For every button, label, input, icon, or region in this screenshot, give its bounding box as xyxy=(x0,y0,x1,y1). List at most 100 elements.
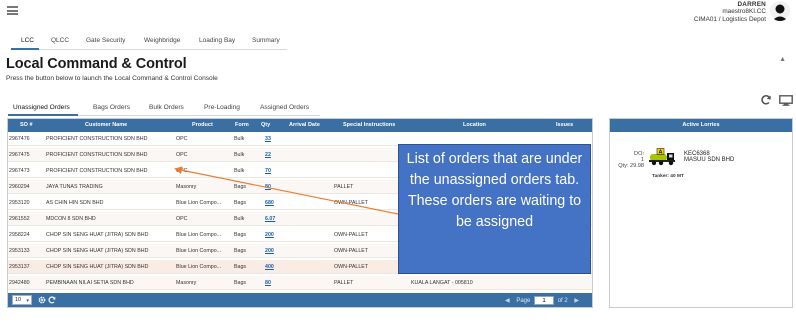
lorry-qty: Qty: 29.98 xyxy=(618,163,644,169)
cell-product: Masonry xyxy=(176,280,197,286)
next-page-icon[interactable]: ▶ xyxy=(574,297,579,304)
cell-product: OPC xyxy=(176,136,188,142)
tab-qlcc[interactable]: QLCC xyxy=(51,37,69,44)
tab-gate-security[interactable]: Gate Security xyxy=(86,37,125,44)
cell-qty[interactable]: 6.07 xyxy=(265,216,283,222)
col-special-instructions[interactable]: Special Instructions xyxy=(343,122,395,128)
active-lorries-panel: Active Lorries DO: 1 Qty: 29.98 A KEC636… xyxy=(609,118,793,308)
col-location[interactable]: Location xyxy=(463,122,486,128)
page-size-value: 10 xyxy=(15,297,22,303)
collapse-chevron-icon[interactable]: ▲ xyxy=(779,56,786,63)
cell-so: 2953133 xyxy=(9,248,30,254)
cell-location: KUALA LANGAT - 005810 xyxy=(411,280,473,286)
cell-form: Bulk xyxy=(234,216,245,222)
cell-qty[interactable]: 70 xyxy=(265,168,283,174)
cell-product: OPC xyxy=(176,152,188,158)
tab-weighbridge[interactable]: Weighbridge xyxy=(144,37,180,44)
tab-lcc[interactable]: LCC xyxy=(21,37,34,44)
col-product[interactable]: Product xyxy=(192,122,213,128)
grid-refresh-icon[interactable] xyxy=(48,296,56,304)
cell-product: Blue Lion Compo... xyxy=(176,232,222,238)
cell-so: 2958224 xyxy=(9,232,30,238)
lorry-card[interactable]: DO: 1 Qty: 29.98 A KEC6368 MASUU SDN BHD… xyxy=(610,136,792,180)
cell-so: 2960294 xyxy=(9,184,30,190)
table-row[interactable]: 2942480 PEMBINAAN NILAI SETIA SDN BHD Maso… xyxy=(8,276,592,290)
cell-so: 2967473 xyxy=(9,168,30,174)
cell-form: Bags xyxy=(234,264,247,270)
truck-icon: A xyxy=(649,148,675,166)
lorry-badge: A xyxy=(659,150,663,156)
cell-instructions: PALLET xyxy=(334,280,354,286)
cell-customer: PROFICIENT CONSTRUCTION SDN BHD xyxy=(46,168,148,174)
cell-qty[interactable]: 680 xyxy=(265,200,283,206)
cell-product: OPC xyxy=(176,216,188,222)
lorry-company: MASUU SDN BHD xyxy=(684,157,735,163)
cell-product: OPC xyxy=(176,168,188,174)
module-tab-active-indicator xyxy=(11,48,39,50)
hamburger-menu-icon[interactable] xyxy=(7,6,18,15)
user-avatar-icon xyxy=(772,4,788,21)
cell-form: Bags xyxy=(234,184,247,190)
cell-customer: PROFICIENT CONSTRUCTION SDN BHD xyxy=(46,136,148,142)
order-tab-active-indicator xyxy=(8,114,78,116)
cell-product: Masonry xyxy=(176,184,197,190)
cell-form: Bags xyxy=(234,248,247,254)
col-form[interactable]: Form xyxy=(235,122,249,128)
cell-product: Blue Lion Compo... xyxy=(176,264,222,270)
monitor-icon[interactable] xyxy=(779,95,793,106)
cell-qty[interactable]: 80 xyxy=(265,280,283,286)
cell-form: Bags xyxy=(234,280,247,286)
refresh-icon[interactable] xyxy=(760,94,772,106)
tab-pre-loading[interactable]: Pre-Loading xyxy=(204,104,240,111)
page-title: Local Command & Control xyxy=(6,56,187,72)
page-label: Page xyxy=(516,297,531,304)
cell-qty[interactable]: 200 xyxy=(265,232,283,238)
tab-loading-bay[interactable]: Loading Bay xyxy=(199,37,235,44)
chevron-down-icon: ▼ xyxy=(25,298,30,303)
tab-bags-orders[interactable]: Bags Orders xyxy=(93,104,130,111)
cell-product: Blue Lion Compo... xyxy=(176,248,222,254)
cell-form: Bags xyxy=(234,200,247,206)
cell-qty[interactable]: 33 xyxy=(265,136,283,142)
active-lorries-title: Active Lorries xyxy=(610,119,792,132)
cell-qty[interactable]: 22 xyxy=(265,152,283,158)
cell-qty[interactable]: 80 xyxy=(265,184,283,190)
page-number-input[interactable] xyxy=(534,296,555,305)
grid-footer: 10 ▼ ◀ Page of 2 ▶ xyxy=(8,293,592,307)
tab-unassigned-orders[interactable]: Unassigned Orders xyxy=(13,104,70,111)
cell-customer: MDCON 8 SDN BHD xyxy=(46,216,96,222)
grid-header: SO # Customer Name Product Form Qty Arri… xyxy=(8,119,592,132)
cell-qty[interactable]: 200 xyxy=(265,248,283,254)
cell-so: 2967475 xyxy=(9,152,30,158)
col-issues[interactable]: Issues xyxy=(556,122,573,128)
user-login: maestro8KI.CC xyxy=(722,8,766,16)
cell-so: 2953120 xyxy=(9,200,30,206)
pager: ◀ Page of 2 ▶ xyxy=(500,296,584,305)
tab-summary[interactable]: Summary xyxy=(252,37,280,44)
cell-qty[interactable]: 400 xyxy=(265,264,283,270)
cell-form: Bulk xyxy=(234,152,245,158)
cell-so: 2961552 xyxy=(9,216,30,222)
user-location: CIMA01 / Logistics Depot xyxy=(693,15,766,23)
top-bar: DARREN maestro8KI.CC CIMA01 / Logistics … xyxy=(0,0,796,24)
tab-bulk-orders[interactable]: Bulk Orders xyxy=(149,104,184,111)
col-qty[interactable]: Qty xyxy=(261,122,270,128)
avatar[interactable] xyxy=(770,1,790,21)
cell-customer: CHOP SIN SENG HUAT (JITRA) SDN BHD xyxy=(46,248,149,254)
col-so[interactable]: SO # xyxy=(20,122,33,128)
module-tabs-divider xyxy=(11,49,287,50)
cell-customer: PEMBINAAN NILAI SETIA SDN BHD xyxy=(46,280,134,286)
col-arrival-date[interactable]: Arrival Date xyxy=(289,122,320,128)
annotation-callout: List of orders that are under the unassi… xyxy=(398,144,591,274)
tab-assigned-orders[interactable]: Assigned Orders xyxy=(260,104,309,111)
cell-customer: JAYA TUNAS TRADING xyxy=(46,184,103,190)
cell-so: 2942480 xyxy=(9,280,30,286)
gear-icon[interactable] xyxy=(38,296,46,304)
cell-form: Bulk xyxy=(234,168,245,174)
prev-page-icon[interactable]: ◀ xyxy=(505,297,510,304)
cell-customer: PROFICIENT CONSTRUCTION SDN BHD xyxy=(46,152,148,158)
cell-customer: CHOP SIN SENG HUAT (JITRA) SDN BHD xyxy=(46,232,149,238)
col-customer-name[interactable]: Customer Name xyxy=(85,122,127,128)
cell-form: Bags xyxy=(234,232,247,238)
page-size-select[interactable]: 10 ▼ xyxy=(12,295,32,305)
